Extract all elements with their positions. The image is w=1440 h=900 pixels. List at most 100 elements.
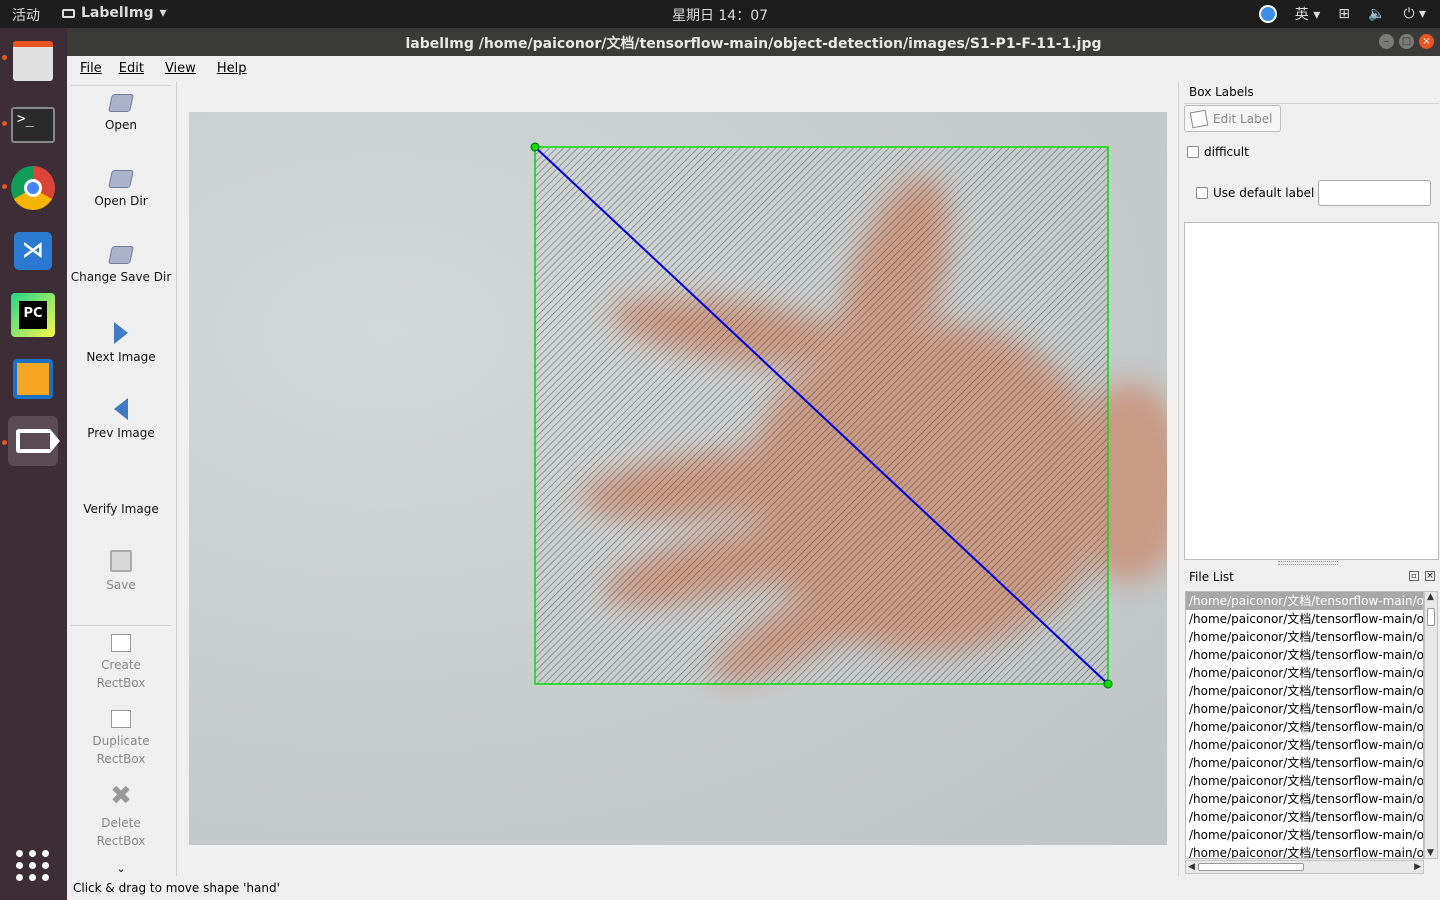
splitter-handle[interactable] [1278, 561, 1338, 565]
terminal-app-icon[interactable]: >_ [8, 100, 58, 150]
close-dock-icon[interactable]: × [1425, 571, 1435, 581]
scroll-right-icon[interactable]: ▶ [1414, 862, 1421, 872]
box-vertex-bottom-right[interactable] [1103, 679, 1113, 689]
menu-view[interactable]: View [157, 56, 209, 82]
file-list-item[interactable]: /home/paiconor/文档/tensorflow-main/ob [1186, 610, 1423, 628]
open-dir-folder-icon [108, 170, 134, 188]
horizontal-scroll-thumb[interactable] [1198, 863, 1304, 871]
duplicate-rectbox-label-2: RectBox [96, 752, 146, 766]
volume-icon[interactable]: 🔈 [1368, 6, 1385, 22]
edit-label-button[interactable]: Edit Label [1184, 105, 1281, 132]
maximize-icon[interactable]: □ [1399, 34, 1414, 49]
edit-pencil-icon [1189, 109, 1209, 128]
annotation-image[interactable] [189, 112, 1167, 845]
canvas-scroll-area[interactable] [176, 82, 1179, 876]
box-labels-header: Box Labels [1184, 82, 1439, 104]
labelimg-app-icon[interactable] [8, 416, 60, 466]
duplicate-rectbox-button[interactable]: Duplicate RectBox [67, 710, 175, 766]
file-list-vertical-scrollbar[interactable]: ▲ ▼ [1424, 591, 1438, 859]
minimize-icon[interactable]: – [1379, 34, 1394, 49]
open-button[interactable]: Open [67, 94, 175, 132]
file-list-item[interactable]: /home/paiconor/文档/tensorflow-main/ob [1186, 718, 1423, 736]
pycharm-app-icon[interactable]: PC [8, 290, 58, 340]
close-icon[interactable]: × [1419, 34, 1434, 49]
file-list-item[interactable]: /home/paiconor/文档/tensorflow-main/ob [1186, 844, 1423, 858]
file-list-item[interactable]: /home/paiconor/文档/tensorflow-main/ob [1186, 772, 1423, 790]
file-list-item[interactable]: /home/paiconor/文档/tensorflow-main/ob [1186, 808, 1423, 826]
scroll-left-icon[interactable]: ◀ [1188, 862, 1195, 872]
file-list-item[interactable]: /home/paiconor/文档/tensorflow-main/ob [1186, 682, 1423, 700]
file-list-item[interactable]: /home/paiconor/文档/tensorflow-main/ob [1186, 592, 1423, 610]
application-dock: >_ ⋊ PC [0, 28, 67, 900]
change-save-dir-label: Change Save Dir [70, 270, 172, 284]
verify-image-button[interactable]: Verify Image [67, 502, 175, 516]
arrow-left-icon [114, 398, 128, 420]
running-indicator [2, 440, 7, 445]
delete-rectbox-label-1: Delete [101, 816, 141, 830]
file-list-item[interactable]: /home/paiconor/文档/tensorflow-main/ob [1186, 754, 1423, 772]
use-default-label-checkbox[interactable] [1196, 187, 1208, 199]
app-name: LabelImg [81, 5, 154, 21]
clock[interactable]: 星期日 14：07 [0, 5, 1440, 25]
delete-rectbox-button[interactable]: ✖ Delete RectBox [67, 781, 175, 848]
open-dir-button[interactable]: Open Dir [67, 170, 175, 208]
label-list[interactable] [1184, 222, 1439, 560]
default-label-input[interactable] [1318, 180, 1431, 206]
file-list-item[interactable]: /home/paiconor/文档/tensorflow-main/ob [1186, 628, 1423, 646]
running-indicator [2, 121, 7, 126]
change-save-dir-button[interactable]: Change Save Dir [67, 246, 175, 284]
box-vertex-top-left[interactable] [530, 142, 540, 152]
menu-help[interactable]: Help [209, 56, 260, 82]
open-dir-label: Open Dir [94, 194, 148, 208]
file-list-item[interactable]: /home/paiconor/文档/tensorflow-main/ob [1186, 646, 1423, 664]
files-app-icon[interactable] [8, 36, 58, 86]
delete-x-icon: ✖ [110, 781, 132, 811]
app-menu[interactable]: LabelImg ▾ [62, 5, 167, 21]
activities-button[interactable]: 活动 [12, 5, 40, 25]
difficult-checkbox[interactable] [1187, 146, 1199, 158]
system-tray: 英 ▾ ⊞ 🔈 ⏻ ▾ [1258, 4, 1426, 24]
scroll-down-icon[interactable]: ▼ [1427, 848, 1434, 858]
power-icon[interactable]: ⏻ ▾ [1403, 6, 1426, 22]
chrome-app-icon[interactable] [8, 163, 58, 213]
open-label: Open [104, 118, 138, 132]
difficult-label: difficult [1204, 145, 1249, 159]
virtualbox-app-icon[interactable] [8, 354, 58, 404]
scroll-up-icon[interactable]: ▲ [1427, 592, 1434, 602]
edit-label-text: Edit Label [1213, 111, 1273, 126]
label-tag-icon [62, 8, 75, 18]
create-rectbox-button[interactable]: Create RectBox [67, 634, 175, 690]
float-dock-icon[interactable]: ▫ [1409, 571, 1419, 581]
file-list-horizontal-scrollbar[interactable]: ◀ ▶ [1185, 860, 1424, 874]
status-message: Click & drag to move shape 'hand' [73, 881, 280, 895]
create-rect-icon [111, 634, 131, 652]
file-list-item[interactable]: /home/paiconor/文档/tensorflow-main/ob [1186, 790, 1423, 808]
input-method-indicator[interactable]: 英 ▾ [1295, 4, 1320, 24]
menu-edit[interactable]: Edit [115, 56, 157, 82]
vertical-scroll-thumb[interactable] [1427, 608, 1435, 626]
window-title: labelImg /home/paiconor/文档/tensorflow-ma… [405, 36, 1102, 52]
file-list-item[interactable]: /home/paiconor/文档/tensorflow-main/ob [1186, 736, 1423, 754]
duplicate-rectbox-label-1: Duplicate [92, 734, 150, 748]
file-list-item[interactable]: /home/paiconor/文档/tensorflow-main/ob [1186, 664, 1423, 682]
duplicate-rect-icon [111, 710, 131, 728]
save-button[interactable]: Save [67, 550, 175, 592]
file-list-header: File List ▫ × [1184, 568, 1439, 588]
file-list[interactable]: /home/paiconor/文档/tensorflow-main/ob/hom… [1185, 591, 1424, 859]
file-list-item[interactable]: /home/paiconor/文档/tensorflow-main/ob [1186, 826, 1423, 844]
save-dir-folder-icon [108, 246, 134, 264]
use-default-label-text: Use default label [1213, 186, 1315, 200]
network-icon[interactable]: ⊞ [1338, 6, 1350, 22]
prev-image-button[interactable]: Prev Image [67, 398, 175, 440]
file-list-item[interactable]: /home/paiconor/文档/tensorflow-main/ob [1186, 700, 1423, 718]
annotation-overlay[interactable] [189, 112, 1167, 845]
next-image-button[interactable]: Next Image [67, 322, 175, 364]
save-label: Save [106, 578, 136, 592]
vscode-app-icon[interactable]: ⋊ [8, 226, 58, 276]
toolbar-extension-chevron-icon[interactable]: ⌄ [67, 862, 175, 875]
show-applications-icon[interactable] [8, 840, 58, 890]
teamviewer-icon[interactable] [1258, 5, 1277, 23]
window-title-bar[interactable]: labelImg /home/paiconor/文档/tensorflow-ma… [67, 28, 1440, 56]
running-indicator [2, 55, 7, 60]
menu-file[interactable]: File [67, 56, 115, 82]
